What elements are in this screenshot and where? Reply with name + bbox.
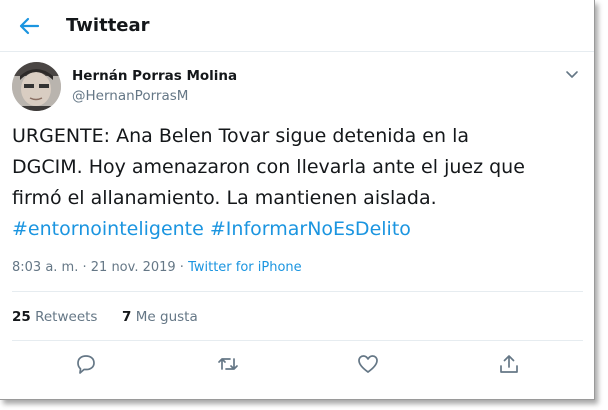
like-icon[interactable] [356,352,380,376]
header: Twittear [0,0,594,52]
retweets-label: Retweets [35,309,98,325]
back-arrow-icon[interactable] [18,16,40,36]
hashtag-link[interactable]: #entornointeligente [12,218,204,240]
tweet-window: Twittear Hernán Porras Molina @HernanPor… [0,0,595,400]
likes-count: 7 [122,309,132,325]
tweet-text: URGENTE: Ana Belen Tovar sigue detenida … [12,121,587,245]
reply-icon[interactable] [74,352,98,376]
meta-separator: · [78,260,91,275]
retweet-icon[interactable] [216,352,240,376]
meta-separator: · [175,260,189,275]
retweets-count: 25 [12,309,31,325]
divider [12,340,583,341]
tweet-stats: 25 Retweets 7 Me gusta [12,309,198,325]
page-title: Twittear [66,15,150,36]
avatar[interactable] [12,62,61,111]
likes-label: Me gusta [135,309,198,325]
tweet-actions [0,352,594,382]
tweet-text-line: URGENTE: Ana Belen Tovar sigue detenida … [12,125,469,147]
hashtag-link[interactable]: #InformarNoEsDelito [210,218,411,240]
tweet-meta: 8:03 a. m. · 21 nov. 2019 · Twitter for … [12,260,302,275]
hashtag-line: #entornointeligente #InformarNoEsDelito [12,214,587,245]
author-handle[interactable]: @HernanPorrasM [72,88,188,104]
divider [12,291,583,292]
tweet-date[interactable]: 21 nov. 2019 [91,260,176,275]
tweet-time[interactable]: 8:03 a. m. [12,260,78,275]
tweet-source-link[interactable]: Twitter for iPhone [188,260,302,275]
likes-stat[interactable]: 7 Me gusta [122,309,198,325]
avatar-photo [12,62,61,111]
retweets-stat[interactable]: 25 Retweets [12,309,97,325]
tweet-text-line: DGCIM. Hoy amenazaron con llevarla ante … [12,156,525,178]
tweet-text-line: firmó el allanamiento. La mantienen aisl… [12,187,437,209]
chevron-down-icon[interactable] [565,70,579,80]
author-name[interactable]: Hernán Porras Molina [72,68,237,84]
share-icon[interactable] [497,352,521,376]
